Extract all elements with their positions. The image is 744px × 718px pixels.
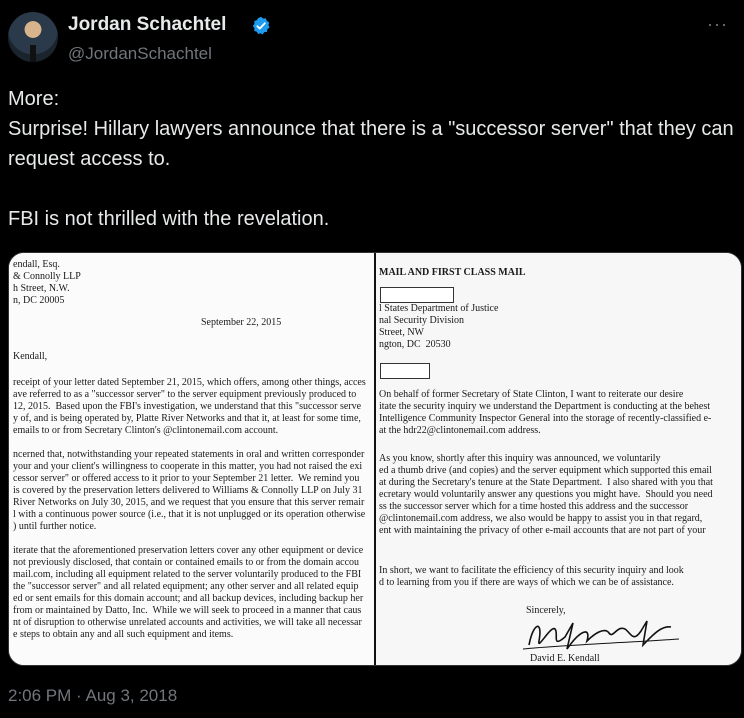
right-address-2: nal Security Division <box>379 315 464 326</box>
left-p1-line: ave referred to as a "successor server" … <box>13 389 357 400</box>
tweet-text: More: Surprise! Hillary lawyers announce… <box>8 88 734 230</box>
left-address-1: endall, Esq. <box>13 259 60 270</box>
right-p1-line: On behalf of former Secretary of State C… <box>379 389 684 400</box>
right-p1-line: at the hdr22@clintonemail.com address. <box>379 425 541 436</box>
left-address-4: n, DC 20005 <box>13 295 65 306</box>
tweet-media-image[interactable]: endall, Esq. & Connolly LLP h Street, N.… <box>8 252 742 666</box>
avatar[interactable] <box>8 12 58 62</box>
right-signer: David E. Kendall <box>530 653 600 664</box>
left-p3-line: not previously disclosed, that contain o… <box>13 557 360 568</box>
left-p1-line: receipt of your letter dated September 2… <box>13 377 366 388</box>
author-handle[interactable]: @JordanSchachtel <box>68 44 212 64</box>
letter-left: endall, Esq. & Connolly LLP h Street, N.… <box>9 253 374 665</box>
left-p1-line: emails to or from Secretary Clinton's @c… <box>13 425 279 436</box>
left-p2-line: your and your client's willingness to co… <box>13 461 363 472</box>
tweet-header: Jordan Schachtel @JordanSchachtel ··· <box>8 8 736 64</box>
right-address-3: Street, NW <box>379 327 424 338</box>
right-address-4: ngton, DC 20530 <box>379 339 451 350</box>
right-p2-line: ecretary would voluntarily answer any qu… <box>379 489 713 500</box>
left-p2-line: l with a continuous power source (i.e., … <box>13 509 366 520</box>
left-address-3: h Street, N.W. <box>13 283 70 294</box>
left-p3-line: iterate that the aforementioned preserva… <box>13 545 364 556</box>
left-p3-line: nt of disruption to otherwise unrelated … <box>13 617 362 628</box>
left-p3-line: ed or sent emails for this domain accoun… <box>13 593 364 604</box>
right-mail-heading: MAIL AND FIRST CLASS MAIL <box>379 267 526 278</box>
signature-icon <box>522 620 680 650</box>
redaction-box <box>380 287 454 303</box>
right-p1-line: Intelligence Community Inspector General… <box>379 413 712 424</box>
left-address-2: & Connolly LLP <box>13 271 81 282</box>
left-p1-line: 12, 2015. Based upon the FBI's investiga… <box>13 401 362 412</box>
left-p3-line: mail.com, including all equipment relate… <box>13 569 362 580</box>
right-p2-line: ent with maintaining the privacy of othe… <box>379 525 706 536</box>
redaction-box <box>380 363 430 379</box>
left-p2-line: is covered by the preservation letters d… <box>13 485 363 496</box>
right-p2-line: ss the successor server which for a time… <box>379 501 689 512</box>
verified-badge-icon <box>252 16 270 35</box>
left-date: September 22, 2015 <box>201 317 282 328</box>
right-address-1: l States Department of Justice <box>379 303 499 314</box>
right-p1-line: itate the security inquiry we understand… <box>379 401 711 412</box>
right-p3-line: d to learning from you if there are ways… <box>379 577 674 588</box>
left-p2-line: ) until further notice. <box>13 521 97 532</box>
left-salutation: Kendall, <box>13 351 48 362</box>
more-options-icon[interactable]: ··· <box>707 14 728 35</box>
right-p2-line: @clintonemail.com address, we also would… <box>379 513 703 524</box>
right-p2-line: ed a thumb drive (and copies) and the se… <box>379 465 712 476</box>
left-p3-line: from or maintained by Datto, Inc. While … <box>13 605 362 616</box>
right-p2-line: at during the Secretary's tenure at the … <box>379 477 713 488</box>
left-p2-line: River Networks on July 30, 2015, and we … <box>13 497 365 508</box>
left-p1-line: y of, and is being operated by, Platte R… <box>13 413 361 424</box>
tweet-timestamp[interactable]: 2:06 PM · Aug 3, 2018 <box>8 686 177 706</box>
letter-right: MAIL AND FIRST CLASS MAIL l States Depar… <box>376 253 741 665</box>
left-p2-line: cessor server" or offered access to it p… <box>13 473 360 484</box>
author-name[interactable]: Jordan Schachtel <box>68 14 226 36</box>
left-p3-line: e steps to obtain any and all such equip… <box>13 629 234 640</box>
right-p3-line: In short, we want to facilitate the effi… <box>379 565 684 576</box>
right-p2-line: As you know, shortly after this inquiry … <box>379 453 661 464</box>
avatar-tie <box>30 45 36 62</box>
left-p2-line: ncerned that, notwithstanding your repea… <box>13 449 365 460</box>
left-p3-line: the "successor server" and all related e… <box>13 581 359 592</box>
